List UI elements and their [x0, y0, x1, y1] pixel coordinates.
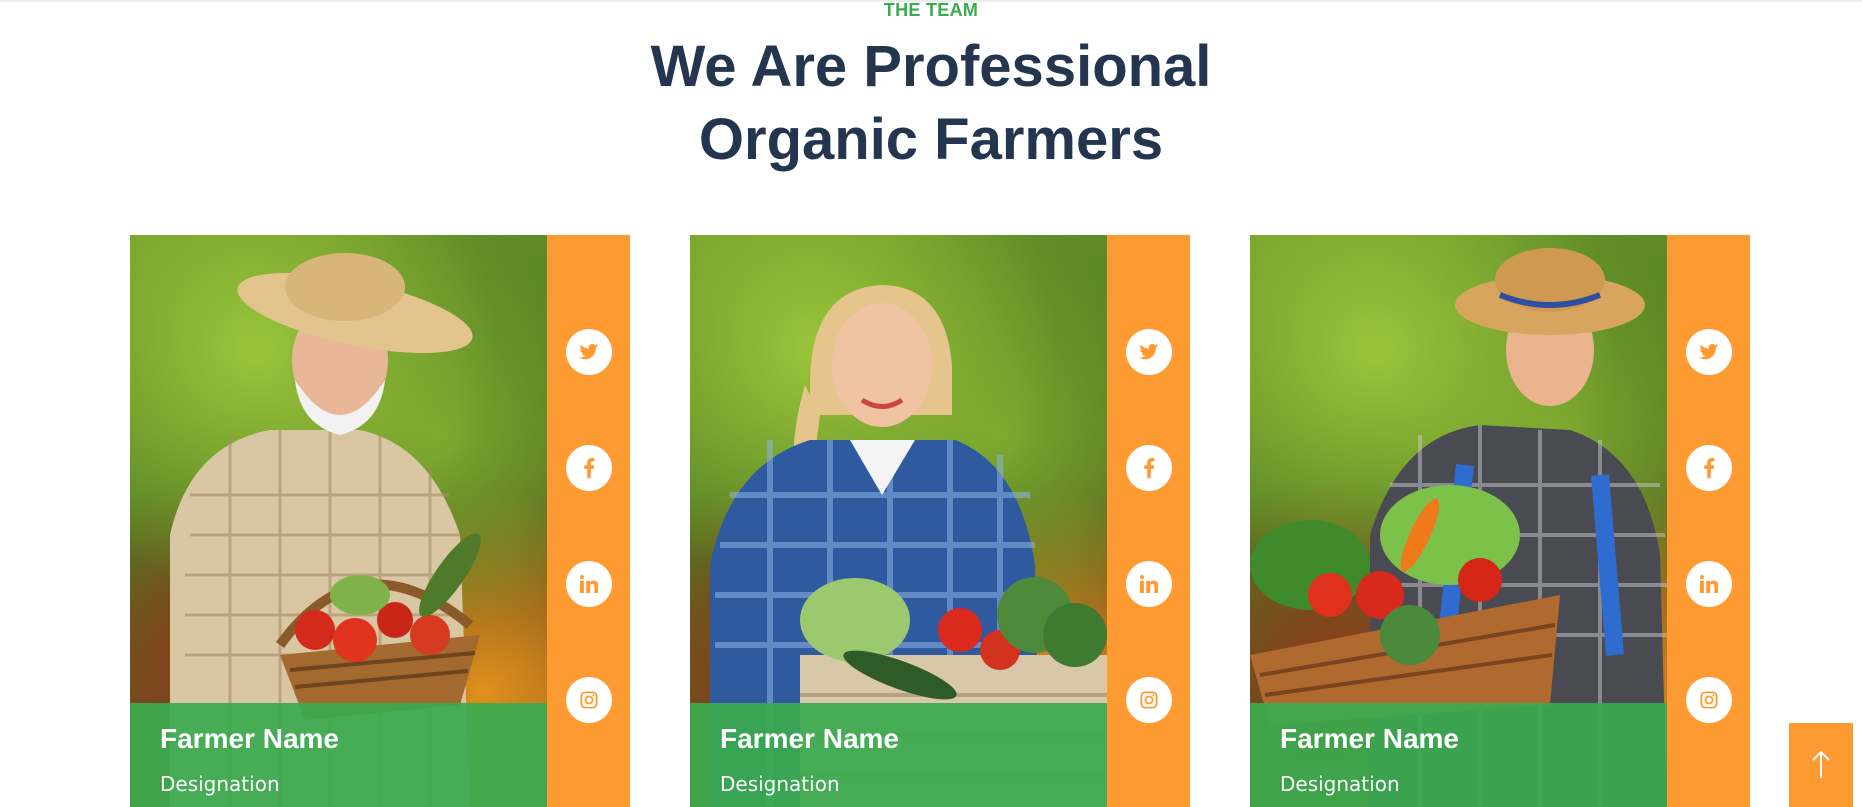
- facebook-icon: [584, 458, 595, 478]
- instagram-button[interactable]: [1686, 677, 1732, 723]
- farmer-designation: Designation: [160, 772, 280, 796]
- section-eyebrow: THE TEAM: [883, 0, 979, 20]
- farmer-name: Farmer Name: [160, 723, 339, 754]
- instagram-icon: [1700, 691, 1718, 709]
- twitter-icon: [579, 344, 599, 360]
- farmer-designation: Designation: [1280, 772, 1400, 796]
- social-bar: [547, 235, 630, 807]
- team-card: Farmer Name Designation: [1250, 235, 1750, 807]
- linkedin-icon: [1700, 575, 1718, 593]
- team-card: Farmer Name Designation: [130, 235, 630, 807]
- twitter-button[interactable]: [566, 329, 612, 375]
- arrow-up-icon: [1812, 750, 1830, 778]
- linkedin-button[interactable]: [1686, 561, 1732, 607]
- name-panel: Farmer Name Designation: [1250, 703, 1667, 807]
- instagram-button[interactable]: [1126, 677, 1172, 723]
- linkedin-icon: [1140, 575, 1158, 593]
- twitter-button[interactable]: [1126, 329, 1172, 375]
- facebook-button[interactable]: [566, 445, 612, 491]
- farmer-designation: Designation: [720, 772, 840, 796]
- linkedin-button[interactable]: [566, 561, 612, 607]
- social-bar: [1107, 235, 1190, 807]
- social-bar: [1667, 235, 1750, 807]
- scroll-to-top-button[interactable]: [1789, 723, 1853, 807]
- farmer-name: Farmer Name: [1280, 723, 1459, 754]
- twitter-button[interactable]: [1686, 329, 1732, 375]
- instagram-button[interactable]: [566, 677, 612, 723]
- instagram-icon: [1140, 691, 1158, 709]
- section-title-line-1: We Are Professional: [650, 34, 1212, 99]
- team-card: Farmer Name Designation: [690, 235, 1190, 807]
- facebook-icon: [1144, 458, 1155, 478]
- linkedin-button[interactable]: [1126, 561, 1172, 607]
- section-title: We Are Professional Organic Farmers: [0, 30, 1862, 176]
- facebook-button[interactable]: [1126, 445, 1172, 491]
- farmer-name: Farmer Name: [720, 723, 899, 754]
- instagram-icon: [580, 691, 598, 709]
- name-panel: Farmer Name Designation: [130, 703, 547, 807]
- twitter-icon: [1699, 344, 1719, 360]
- linkedin-icon: [580, 575, 598, 593]
- twitter-icon: [1139, 344, 1159, 360]
- section-title-line-2: Organic Farmers: [698, 107, 1164, 172]
- name-panel: Farmer Name Designation: [690, 703, 1107, 807]
- facebook-icon: [1704, 458, 1715, 478]
- facebook-button[interactable]: [1686, 445, 1732, 491]
